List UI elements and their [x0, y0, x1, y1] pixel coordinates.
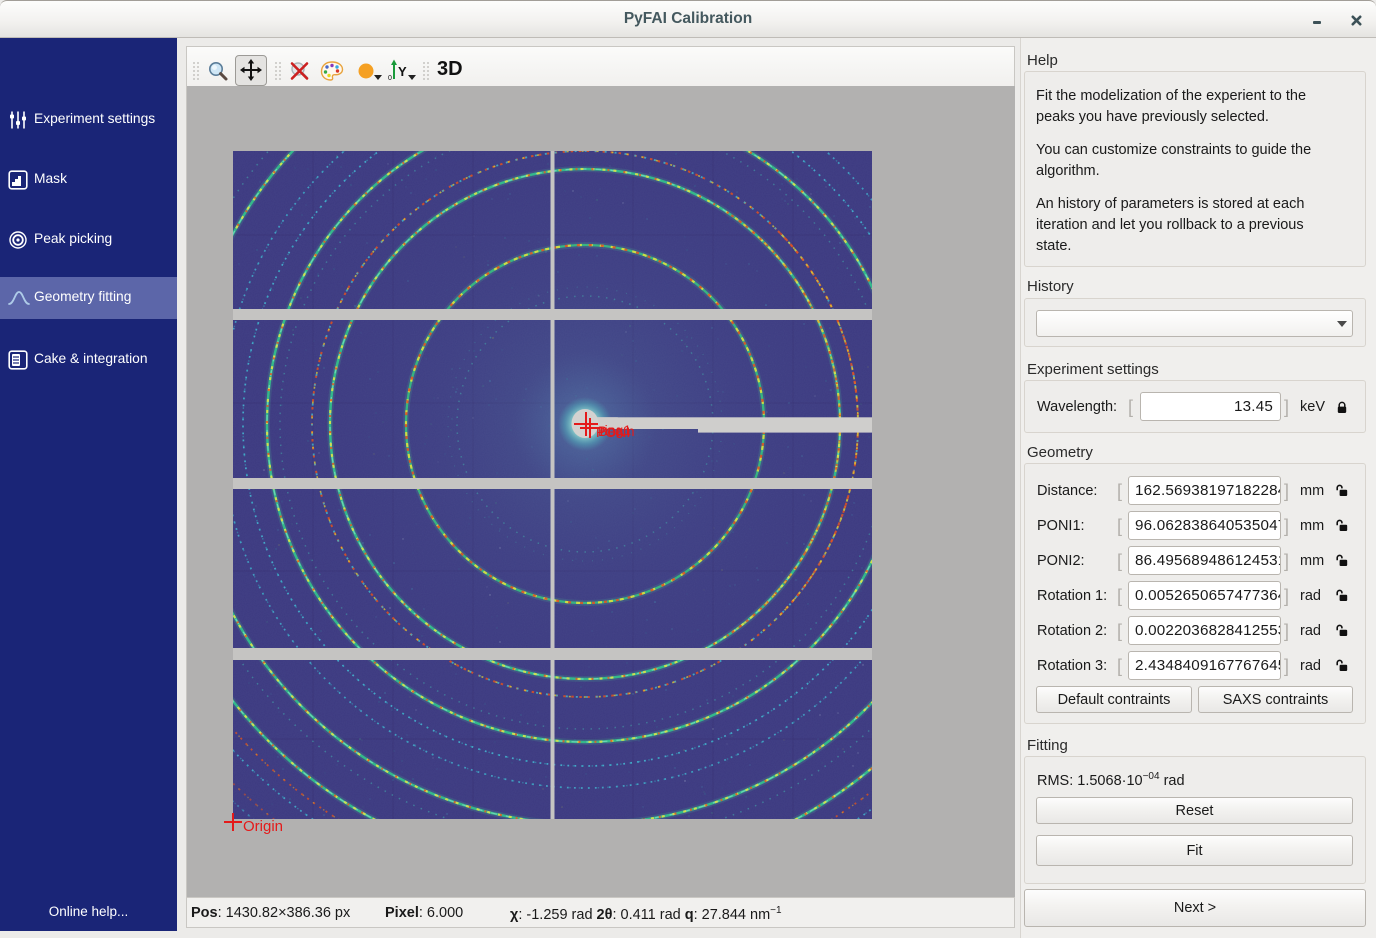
svg-text:Origin: Origin	[243, 818, 283, 835]
svg-text:Y: Y	[398, 64, 407, 79]
svg-text:ring1: ring1	[600, 422, 631, 438]
svg-text:0: 0	[388, 75, 392, 81]
